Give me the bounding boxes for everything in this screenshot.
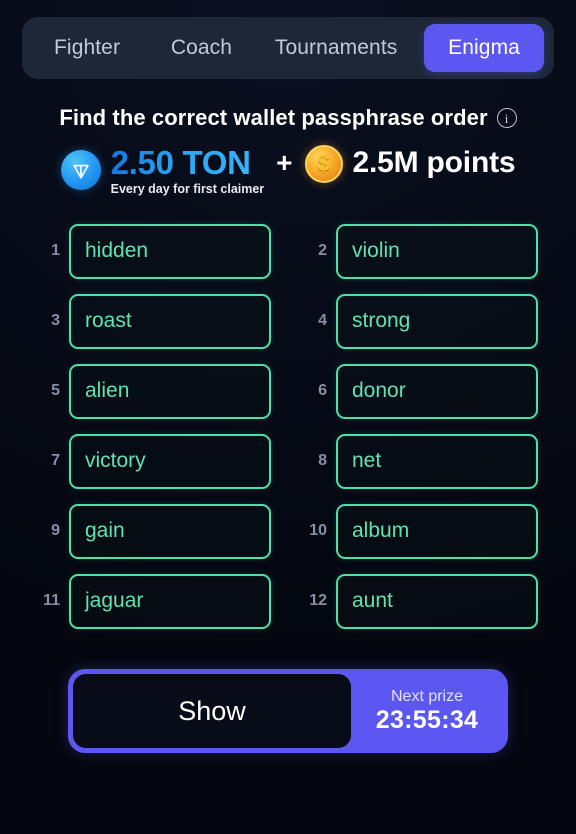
word-box[interactable]: violin [336, 223, 538, 279]
ton-coin-icon [60, 149, 101, 190]
word-box[interactable]: jaguar [69, 573, 271, 629]
word-box[interactable]: album [336, 503, 538, 559]
ton-subtitle: Every day for first claimer [110, 182, 265, 196]
passphrase-cell: 11 jaguar [38, 573, 271, 629]
tab-fighter-label: Fighter [54, 36, 121, 59]
word-index: 6 [318, 382, 327, 399]
passphrase-cell: 5 alien [38, 363, 271, 419]
word-box[interactable]: strong [336, 293, 538, 349]
word-box[interactable]: alien [69, 363, 271, 419]
info-circle-icon[interactable]: i [496, 108, 517, 128]
next-prize-block: Next prize 23:55:34 [351, 674, 503, 748]
passphrase-cell: 9 gain [38, 503, 271, 559]
bottom-action-bar: Show Next prize 23:55:34 [68, 669, 508, 753]
top-tab-bar: Fighter Coach Tournaments Enigma [22, 17, 554, 79]
word-box[interactable]: gain [69, 503, 271, 559]
word-index: 5 [51, 382, 60, 399]
tab-coach[interactable]: Coach [155, 24, 248, 72]
word-index: 9 [51, 522, 60, 539]
next-prize-timer: 23:55:34 [375, 706, 479, 734]
plus-separator: + [276, 146, 293, 178]
word-index: 1 [51, 242, 60, 259]
word-index: 12 [309, 592, 327, 609]
word-box[interactable]: net [336, 433, 538, 489]
ton-amount: 2.50 TON [111, 146, 265, 179]
dollar-symbol: $ [317, 150, 330, 177]
page-title-text: Find the correct wallet passphrase order [59, 105, 488, 130]
passphrase-grid: 1 hidden 2 violin 3 roast 4 strong 5 ali… [38, 223, 538, 629]
tab-enigma[interactable]: Enigma [424, 24, 544, 72]
points-amount: 2.5M points [352, 146, 516, 180]
word-box[interactable]: hidden [69, 223, 271, 279]
word-box[interactable]: roast [69, 293, 271, 349]
ton-prize-block: 2.50 TON Every day for first claimer [111, 144, 265, 196]
passphrase-cell: 1 hidden [38, 223, 271, 279]
passphrase-cell: 6 donor [305, 363, 538, 419]
word-index: 7 [51, 452, 60, 469]
dollar-coin-icon: $ [304, 144, 343, 183]
word-index: 11 [43, 592, 60, 609]
prize-summary: 2.50 TON Every day for first claimer + $… [60, 144, 516, 196]
word-box[interactable]: aunt [336, 573, 538, 629]
passphrase-cell: 12 aunt [305, 573, 538, 629]
passphrase-cell: 8 net [305, 433, 538, 489]
word-index: 4 [318, 312, 327, 329]
page-title: Find the correct wallet passphrase order… [59, 105, 517, 131]
word-box[interactable]: victory [69, 433, 271, 489]
next-prize-label: Next prize [390, 688, 464, 705]
tab-fighter[interactable]: Fighter [32, 24, 142, 72]
word-index: 3 [51, 312, 60, 329]
passphrase-cell: 3 roast [38, 293, 271, 349]
enigma-screen: Fighter Coach Tournaments Enigma Find th… [0, 0, 576, 834]
passphrase-cell: 7 victory [38, 433, 271, 489]
word-box[interactable]: donor [336, 363, 538, 419]
tab-coach-label: Coach [170, 36, 233, 59]
passphrase-cell: 10 album [305, 503, 538, 559]
word-index: 8 [318, 452, 327, 469]
word-index: 2 [318, 242, 327, 259]
tab-tournaments-label: Tournaments [274, 36, 398, 59]
tab-tournaments[interactable]: Tournaments [261, 24, 412, 72]
show-button[interactable]: Show [73, 674, 351, 748]
passphrase-cell: 4 strong [305, 293, 538, 349]
passphrase-cell: 2 violin [305, 223, 538, 279]
word-index: 10 [309, 522, 327, 539]
tab-enigma-label: Enigma [448, 36, 520, 59]
